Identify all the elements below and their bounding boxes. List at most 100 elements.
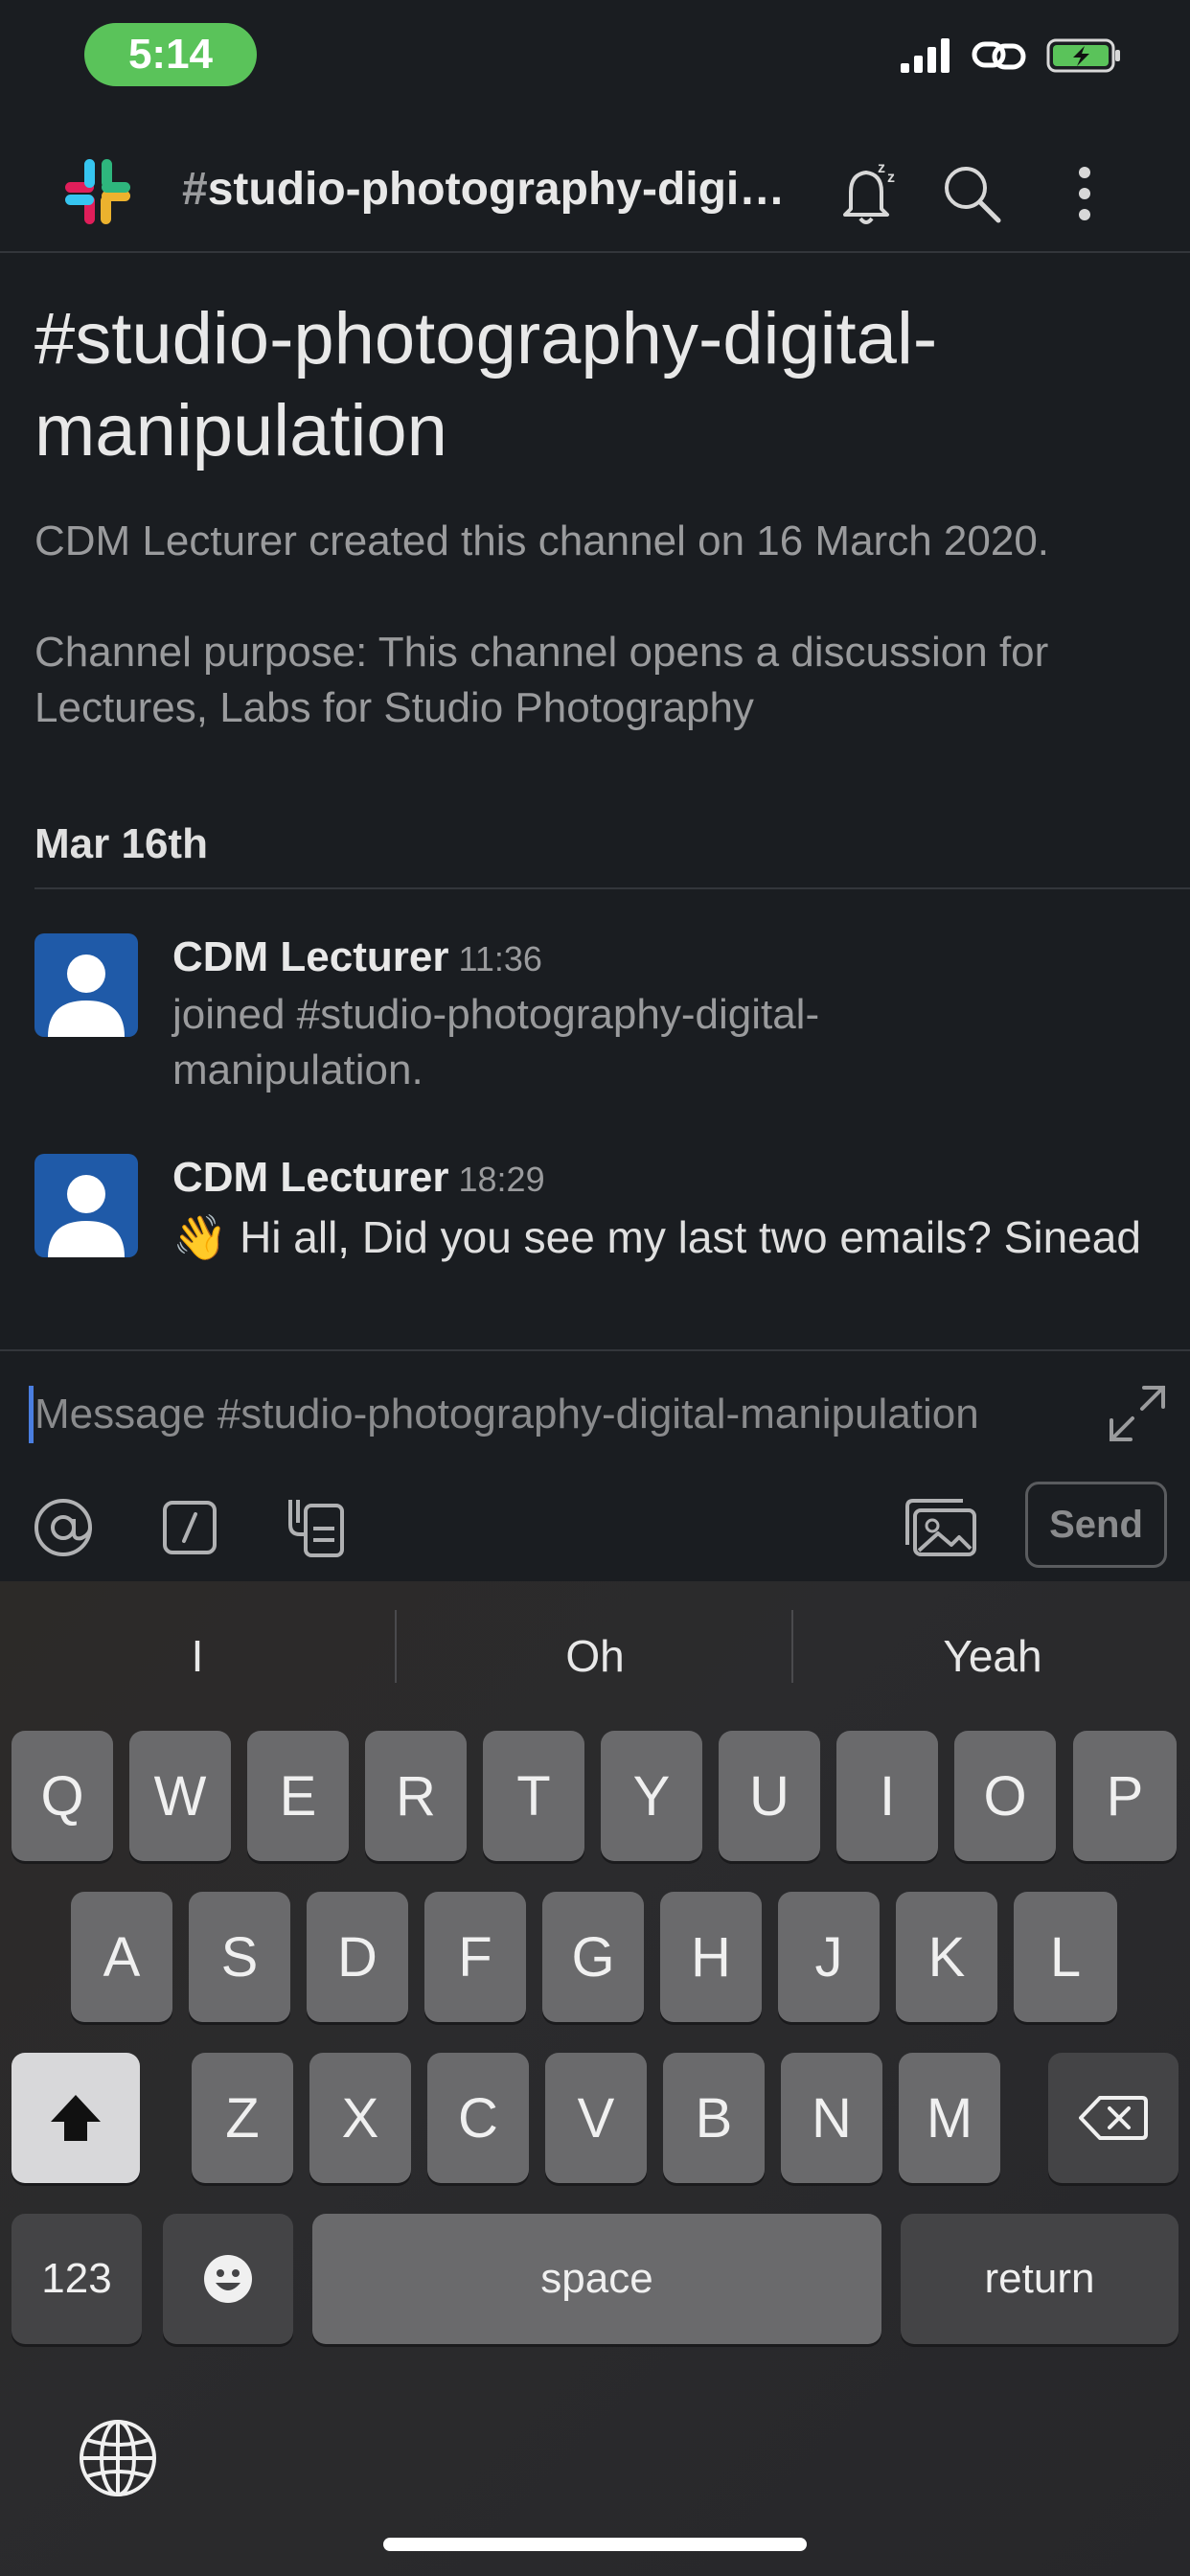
message-body: CDM Lecturer 18:29 👋 Hi all, Did you see … xyxy=(172,1154,1159,1265)
key-m[interactable]: M xyxy=(899,2053,1000,2183)
key-g[interactable]: G xyxy=(542,1892,644,2022)
date-label: Mar 16th xyxy=(34,820,208,867)
suggestion-item[interactable]: I xyxy=(0,1608,395,1704)
key-h[interactable]: H xyxy=(660,1892,762,2022)
header-channel-name: studio-photography-digi… xyxy=(207,164,786,215)
key-v[interactable]: V xyxy=(545,2053,647,2183)
key-u[interactable]: U xyxy=(719,1731,820,1861)
key-l[interactable]: L xyxy=(1014,1892,1117,2022)
key-i[interactable]: I xyxy=(836,1731,938,1861)
cellular-signal-icon xyxy=(901,38,950,73)
key-f[interactable]: F xyxy=(424,1892,526,2022)
expand-icon[interactable] xyxy=(1104,1380,1171,1447)
slash-command-icon xyxy=(163,1501,217,1554)
suggestion-divider xyxy=(395,1610,397,1683)
key-z[interactable]: Z xyxy=(192,2053,293,2183)
key-r[interactable]: R xyxy=(365,1731,467,1861)
bell-snooze-icon: z z xyxy=(843,160,895,224)
mention-button[interactable] xyxy=(29,1493,98,1562)
key-x[interactable]: X xyxy=(309,2053,411,2183)
suggestion-divider xyxy=(791,1610,793,1683)
key-k[interactable]: K xyxy=(896,1892,997,2022)
message-timestamp: 11:36 xyxy=(458,939,542,978)
message-item[interactable]: CDM Lecturer 18:29 👋 Hi all, Did you see … xyxy=(34,1154,1165,1278)
space-key[interactable]: space xyxy=(312,2214,881,2344)
emoji-key[interactable] xyxy=(163,2214,293,2344)
backspace-icon xyxy=(1079,2096,1148,2140)
wave-emoji: 👋 xyxy=(172,1212,228,1262)
channel-purpose-line1: Channel purpose: This channel opens a di… xyxy=(34,629,1049,676)
at-sign-icon xyxy=(34,1499,92,1556)
key-t[interactable]: T xyxy=(483,1731,584,1861)
header-hash: # xyxy=(182,164,208,215)
key-w[interactable]: W xyxy=(129,1731,231,1861)
search-icon xyxy=(945,167,1001,223)
channel-intro-title-line1: #studio-photography-digital- xyxy=(34,298,938,380)
keyboard-suggestions: I Oh Yeah xyxy=(0,1581,1190,1725)
status-time[interactable]: 5:14 xyxy=(84,23,257,86)
status-icons xyxy=(901,36,1123,75)
message-text-line1: joined #studio-photography-digital- xyxy=(172,991,820,1038)
user-avatar-icon xyxy=(48,954,125,1037)
link-icon xyxy=(972,41,1026,70)
send-button[interactable]: Send xyxy=(1025,1482,1167,1568)
user-avatar-icon xyxy=(48,1175,125,1257)
key-s[interactable]: S xyxy=(189,1892,290,2022)
avatar[interactable] xyxy=(34,933,138,1037)
photo-gallery-icon xyxy=(905,1499,976,1556)
home-indicator[interactable] xyxy=(383,2538,807,2551)
shortcuts-button[interactable] xyxy=(282,1493,351,1562)
search-button[interactable] xyxy=(931,153,1012,234)
key-d[interactable]: D xyxy=(307,1892,408,2022)
shift-key[interactable] xyxy=(11,2053,140,2183)
slash-command-button[interactable] xyxy=(155,1493,224,1562)
suggestion-item[interactable]: Yeah xyxy=(795,1608,1190,1704)
message-text: 👋 Hi all, Did you see my last two emails… xyxy=(172,1209,1159,1265)
key-o[interactable]: O xyxy=(954,1731,1056,1861)
message-author[interactable]: CDM Lecturer xyxy=(172,1154,449,1201)
message-author[interactable]: CDM Lecturer xyxy=(172,933,449,980)
svg-text:z: z xyxy=(878,160,885,176)
suggestion-item[interactable]: Oh xyxy=(398,1608,792,1704)
key-y[interactable]: Y xyxy=(601,1731,702,1861)
notification-snooze-button[interactable]: z z xyxy=(828,153,908,234)
shift-arrow-icon xyxy=(51,2095,101,2141)
message-input[interactable] xyxy=(34,1380,1069,1449)
channel-intro-title: #studio-photography-digital- manipulatio… xyxy=(34,293,1156,477)
channel-header: #studio-photography-digi… z z xyxy=(0,134,1190,253)
more-vertical-icon xyxy=(1079,167,1090,220)
key-b[interactable]: B xyxy=(663,2053,765,2183)
channel-intro-title-line2: manipulation xyxy=(34,390,447,472)
key-j[interactable]: J xyxy=(778,1892,880,2022)
channel-purpose-line2: Lectures, Labs for Studio Photography xyxy=(34,684,754,731)
channel-created-info: CDM Lecturer created this channel on 16 … xyxy=(34,518,1050,564)
message-timestamp: 18:29 xyxy=(458,1160,545,1199)
numbers-key[interactable]: 123 xyxy=(11,2214,142,2344)
svg-text:z: z xyxy=(887,170,895,186)
shortcuts-icon xyxy=(288,1500,344,1557)
header-channel-title[interactable]: #studio-photography-digi… xyxy=(182,163,795,220)
status-bar: 5:14 xyxy=(0,0,1190,115)
globe-icon[interactable] xyxy=(75,2415,161,2501)
delete-key[interactable] xyxy=(1048,2053,1179,2183)
slack-logo-icon[interactable] xyxy=(57,151,138,232)
return-key[interactable]: return xyxy=(901,2214,1179,2344)
key-n[interactable]: N xyxy=(781,2053,882,2183)
emoji-face-icon xyxy=(204,2255,252,2303)
message-item[interactable]: CDM Lecturer 11:36 joined #studio-photogr… xyxy=(34,933,1165,1096)
avatar[interactable] xyxy=(34,1154,138,1257)
key-a[interactable]: A xyxy=(71,1892,172,2022)
key-e[interactable]: E xyxy=(247,1731,349,1861)
more-options-button[interactable] xyxy=(1044,153,1125,234)
battery-charging-icon xyxy=(1046,38,1120,73)
system-keyboard: I Oh Yeah Q W E R T Y U I O P A S D F G … xyxy=(0,1581,1190,2576)
key-p[interactable]: P xyxy=(1073,1731,1177,1861)
text-cursor xyxy=(29,1386,34,1443)
key-q[interactable]: Q xyxy=(11,1731,113,1861)
message-text: joined #studio-photography-digital- mani… xyxy=(172,987,1159,1098)
key-c[interactable]: C xyxy=(427,2053,529,2183)
date-divider: Mar 16th xyxy=(34,820,1190,889)
photo-library-button[interactable] xyxy=(899,1493,981,1562)
message-body: CDM Lecturer 11:36 joined #studio-photogr… xyxy=(172,933,1159,1098)
message-text-content: Hi all, Did you see my last two emails? … xyxy=(240,1212,1141,1262)
